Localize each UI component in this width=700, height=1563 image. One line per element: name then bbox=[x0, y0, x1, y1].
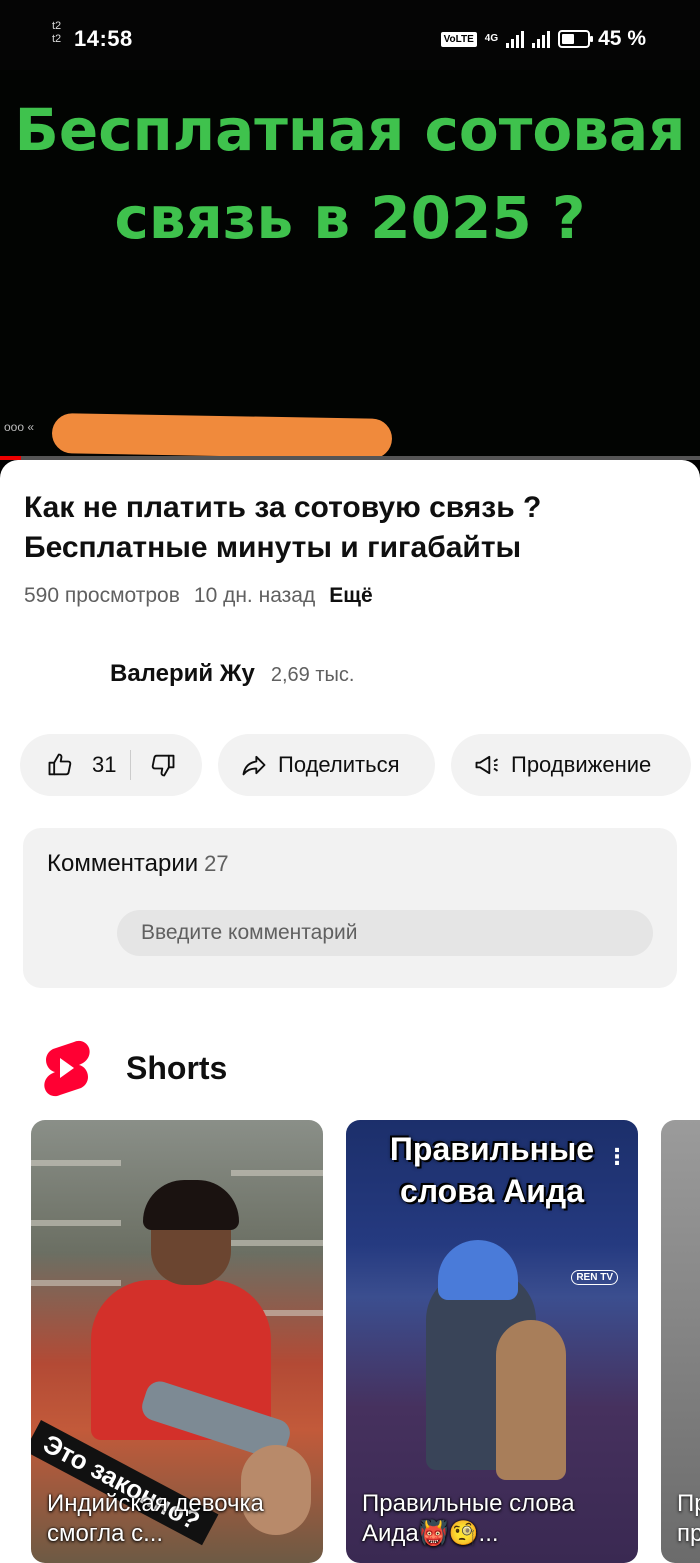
more-link[interactable]: Ещё bbox=[329, 584, 372, 608]
short-card-1[interactable]: Это законно? Индийская девочка смогла с.… bbox=[31, 1120, 323, 1563]
shelf-decor bbox=[231, 1240, 323, 1246]
share-button[interactable]: Поделиться bbox=[218, 734, 435, 796]
megaphone-icon bbox=[475, 755, 499, 775]
comment-input[interactable]: Введите комментарий bbox=[117, 910, 653, 956]
like-dislike-group: 31 bbox=[20, 734, 202, 796]
comments-header: Комментарии 27 bbox=[47, 850, 229, 878]
carrier-labels: t2 t2 bbox=[52, 20, 61, 46]
like-button[interactable]: 31 bbox=[46, 751, 116, 779]
shelf-decor bbox=[31, 1220, 121, 1226]
volte-icon: VoLTE bbox=[440, 31, 477, 47]
comments-count: 27 bbox=[204, 851, 229, 876]
thumbnail-figure-2 bbox=[496, 1320, 566, 1480]
short-caption: Индийская девочка смогла с... bbox=[47, 1490, 264, 1547]
channel-name[interactable]: Валерий Жу bbox=[110, 660, 255, 688]
video-meta[interactable]: 590 просмотров 10 дн. назад Ещё bbox=[24, 584, 373, 608]
upload-age: 10 дн. назад bbox=[193, 584, 316, 607]
signal-icon bbox=[506, 30, 525, 48]
comments-section[interactable]: Комментарии 27 Введите комментарий bbox=[23, 828, 677, 988]
more-options-icon[interactable]: ⋮ bbox=[606, 1144, 628, 1170]
signal-2-icon bbox=[532, 30, 551, 48]
like-divider bbox=[130, 750, 132, 780]
clock: 14:58 bbox=[74, 26, 133, 51]
status-icons: VoLTE 4G 45 % bbox=[440, 27, 646, 51]
short-overlay-title: Правильные слова Аида bbox=[389, 1131, 595, 1209]
video-player[interactable]: Бесплатная сотовая связь в 2025 ? ооо « bbox=[0, 70, 700, 460]
share-label: Поделиться bbox=[278, 752, 400, 777]
short-caption: Правильные слова Аида👹🧐... bbox=[362, 1490, 575, 1547]
short-card-2[interactable]: Правильные слова Аида ⋮ REN TV Правильны… bbox=[346, 1120, 638, 1563]
like-count: 31 bbox=[92, 752, 117, 777]
shorts-title: Shorts bbox=[126, 1049, 228, 1086]
view-count: 590 просмотров bbox=[24, 584, 180, 607]
video-info-panel: Как не платить за сотовую связь ? Беспла… bbox=[0, 460, 700, 1563]
video-title[interactable]: Как не платить за сотовую связь ? Беспла… bbox=[24, 488, 664, 568]
video-watermark: ооо « bbox=[4, 420, 35, 434]
thumbnail-figure-hair bbox=[143, 1180, 239, 1230]
subscriber-count: 2,69 тыс. bbox=[270, 664, 355, 686]
status-bar: t2 t2 14:58 VoLTE 4G 45 % bbox=[0, 0, 700, 70]
tv-logo: REN TV bbox=[571, 1270, 618, 1285]
shelf-decor bbox=[231, 1170, 323, 1176]
shorts-logo-icon bbox=[44, 1040, 90, 1097]
channel-row[interactable]: Валерий Жу 2,69 тыс. bbox=[110, 660, 354, 688]
short-caption: Пр пр bbox=[677, 1490, 700, 1547]
battery-percent: 45 % bbox=[598, 27, 646, 50]
shorts-header: Shorts bbox=[40, 1038, 227, 1098]
thumbnail-figure-hair bbox=[438, 1240, 518, 1300]
network-type: 4G bbox=[484, 33, 499, 44]
share-icon bbox=[242, 755, 266, 776]
redaction-mark bbox=[51, 413, 393, 459]
thumb-down-icon[interactable] bbox=[149, 751, 177, 779]
thumb-up-icon bbox=[48, 753, 72, 776]
battery-icon bbox=[558, 30, 594, 48]
comments-label: Комментарии bbox=[47, 850, 199, 877]
promote-label: Продвижение bbox=[511, 752, 652, 777]
video-overlay-line-2: связь в 2025 ? bbox=[114, 184, 586, 252]
shelf-decor bbox=[31, 1280, 121, 1286]
video-overlay-line-1: Бесплатная сотовая bbox=[14, 96, 686, 164]
promote-button[interactable]: Продвижение bbox=[451, 734, 691, 796]
video-overlay-text: Бесплатная сотовая связь в 2025 ? bbox=[0, 86, 700, 262]
carrier-2: t2 bbox=[52, 33, 62, 45]
short-card-3[interactable]: Пр пр bbox=[661, 1120, 700, 1563]
action-bar: 31 Поделиться Продвижение bbox=[20, 734, 691, 796]
shelf-decor bbox=[31, 1160, 121, 1166]
carrier-1: t2 bbox=[52, 20, 62, 32]
